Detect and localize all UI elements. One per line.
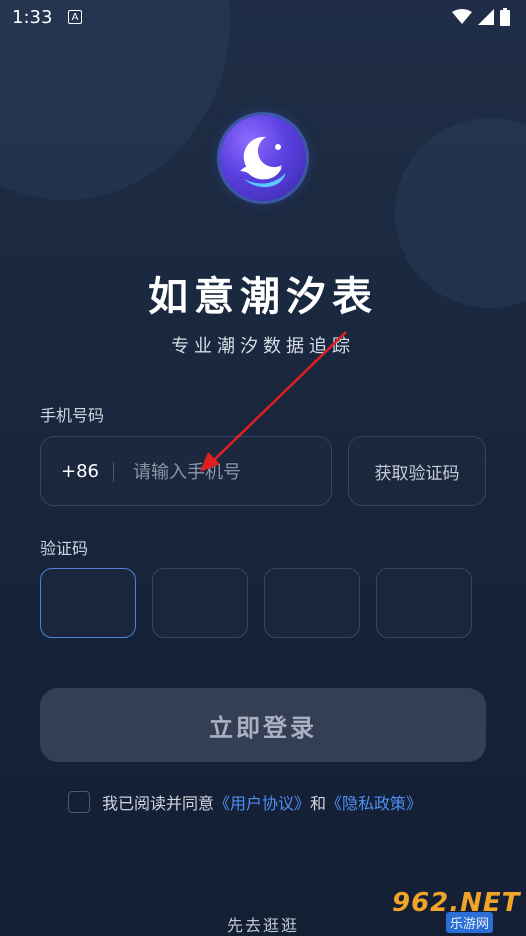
status-bar: 1:33 A <box>0 0 526 34</box>
divider <box>113 462 114 482</box>
app-title: 如意潮汐表 <box>148 274 378 320</box>
agreement-row: 我已阅读并同意 《用户协议》 和 《隐私政策》 <box>68 790 422 814</box>
user-agreement-link[interactable]: 《用户协议》 <box>214 790 310 814</box>
phone-label: 手机号码 <box>40 406 105 425</box>
privacy-policy-link[interactable]: 《隐私政策》 <box>326 790 422 814</box>
battery-icon <box>500 8 510 26</box>
moon-wave-icon <box>240 136 286 188</box>
watermark-subtext: 乐游网 <box>446 912 494 933</box>
code-cell-1[interactable] <box>40 568 136 638</box>
wifi-icon <box>452 9 472 24</box>
get-code-button[interactable]: 获取验证码 <box>348 436 486 506</box>
login-screen: 1:33 A 如意潮汐表 专业潮汐数据追踪 手机号码 +86 获取验证码 验证码… <box>0 0 526 936</box>
watermark-logo: 962.NET 乐游网 <box>386 888 520 933</box>
code-label: 验证码 <box>40 539 89 558</box>
notification-a-icon: A <box>68 10 82 24</box>
code-cell-3[interactable] <box>264 568 360 638</box>
agreement-conjunction: 和 <box>310 794 327 813</box>
agreement-text: 我已阅读并同意 <box>102 794 215 813</box>
code-cell-2[interactable] <box>152 568 248 638</box>
app-subtitle: 专业潮汐数据追踪 <box>171 336 355 357</box>
signal-icon <box>478 9 494 25</box>
phone-input[interactable] <box>133 457 318 487</box>
agreement-checkbox[interactable] <box>68 791 90 813</box>
app-logo <box>220 115 306 201</box>
login-button[interactable]: 立即登录 <box>40 688 486 762</box>
status-time: 1:33 <box>12 7 53 28</box>
status-icons <box>452 8 510 26</box>
code-cell-4[interactable] <box>376 568 472 638</box>
phone-field[interactable]: +86 <box>40 436 332 506</box>
country-code[interactable]: +86 <box>61 461 99 482</box>
